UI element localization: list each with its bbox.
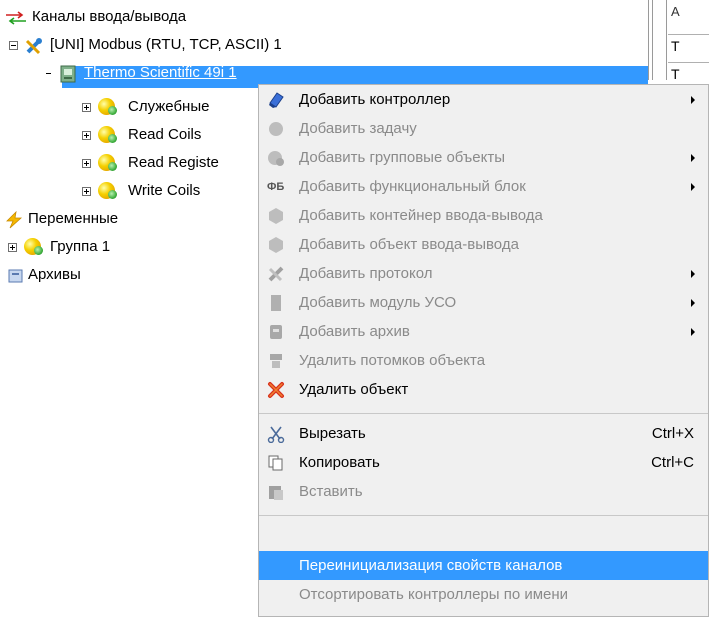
delete-children-icon: [270, 354, 282, 368]
submenu-arrow-icon: [691, 183, 695, 191]
tree-item-label: Переменные: [28, 210, 119, 227]
menu-separator: [259, 413, 708, 414]
io-arrows-icon: [6, 11, 26, 25]
shortcut-label: Ctrl+C: [651, 454, 694, 471]
expand-toggle-icon[interactable]: [82, 187, 91, 196]
function-block-icon: ФБ: [267, 181, 285, 193]
tree-item-label: Read Registe: [128, 154, 219, 171]
menu-item-add-function-block[interactable]: ФБ Добавить функциональный блок: [259, 172, 708, 201]
menu-item-add-io-object[interactable]: Добавить объект ввода-вывода: [259, 230, 708, 259]
menu-item-add-io-container[interactable]: Добавить контейнер ввода-вывода: [259, 201, 708, 230]
group-icon: [24, 238, 43, 255]
collapse-toggle-icon[interactable]: [9, 41, 18, 50]
menu-item-delete-children[interactable]: Удалить потомков объекта: [259, 346, 708, 375]
submenu-arrow-icon: [691, 270, 695, 278]
tree-item-label: Write Coils: [128, 182, 201, 199]
menu-item-add-protocol[interactable]: Добавить протокол: [259, 259, 708, 288]
grid-cell: T: [668, 34, 709, 56]
menu-item-reinit-channels[interactable]: Переинициализация свойств каналов: [259, 551, 708, 580]
controller-icon: [60, 65, 76, 83]
menu-item-sort-controllers[interactable]: Отсортировать контроллеры по имени: [259, 580, 708, 609]
menu-item-copy[interactable]: Копировать Ctrl+C: [259, 448, 708, 477]
expand-toggle-icon[interactable]: [82, 159, 91, 168]
group-icon: [98, 98, 117, 115]
lightning-icon: [6, 211, 23, 229]
group-icon: [98, 154, 117, 171]
copy-icon: [268, 455, 283, 471]
task-icon: [269, 122, 283, 136]
tree-item-label: Thermo Scientific 49i 1: [84, 64, 237, 81]
plug-icon: [25, 38, 42, 55]
menu-item-delete-object[interactable]: Удалить объект: [259, 375, 708, 404]
group-objects-icon: [268, 151, 284, 166]
archive-icon: [8, 269, 23, 283]
panel-border: [648, 0, 649, 80]
tree-item-label: Каналы ввода/вывода: [32, 8, 187, 25]
archive-add-icon: [270, 325, 282, 339]
grid-cell: T: [668, 62, 709, 84]
context-menu: Добавить контроллер Добавить задачу Доба…: [258, 84, 709, 617]
expand-toggle-icon[interactable]: [82, 131, 91, 140]
menu-item-paste[interactable]: Вставить: [259, 477, 708, 506]
tree-item-label: Read Coils: [128, 126, 202, 143]
grid-cell: А: [671, 4, 680, 19]
submenu-arrow-icon: [691, 328, 695, 336]
properties-panel-edge: А T T: [648, 0, 709, 82]
expand-toggle-icon[interactable]: [82, 103, 91, 112]
protocol-icon: [268, 266, 284, 282]
shortcut-label: Ctrl+X: [651, 425, 694, 442]
submenu-arrow-icon: [691, 96, 695, 104]
group-icon: [98, 126, 117, 143]
delete-cross-icon: [268, 382, 284, 398]
submenu-arrow-icon: [691, 154, 695, 162]
panel-border: [652, 0, 653, 80]
scissors-icon: [267, 426, 285, 443]
menu-item-add-task[interactable]: Добавить задачу: [259, 114, 708, 143]
panel-border: [666, 0, 667, 80]
tree-item-label: Служебные: [128, 98, 210, 115]
tree-item-label: Группа 1: [50, 238, 111, 255]
menu-item-add-archive[interactable]: Добавить архив: [259, 317, 708, 346]
paste-icon: [269, 486, 283, 500]
group-icon: [98, 182, 117, 199]
tree-item-label: [UNI] Modbus (RTU, TCP, ASCII) 1: [50, 36, 282, 53]
controller-add-icon: [269, 92, 284, 108]
menu-item-add-controller[interactable]: Добавить контроллер: [259, 85, 708, 114]
io-object-icon: [269, 237, 283, 253]
expand-toggle-icon[interactable]: [8, 243, 17, 252]
menu-separator: [259, 515, 708, 516]
collapse-toggle-icon[interactable]: [44, 69, 53, 78]
submenu-arrow-icon: [691, 299, 695, 307]
io-container-icon: [269, 208, 283, 224]
menu-item-add-group-objects[interactable]: Добавить групповые объекты: [259, 143, 708, 172]
uso-module-icon: [271, 295, 281, 311]
tree-item-label: Архивы: [28, 266, 81, 283]
menu-item-cut[interactable]: Вырезать Ctrl+X: [259, 419, 708, 448]
menu-item-add-uso-module[interactable]: Добавить модуль УСО: [259, 288, 708, 317]
